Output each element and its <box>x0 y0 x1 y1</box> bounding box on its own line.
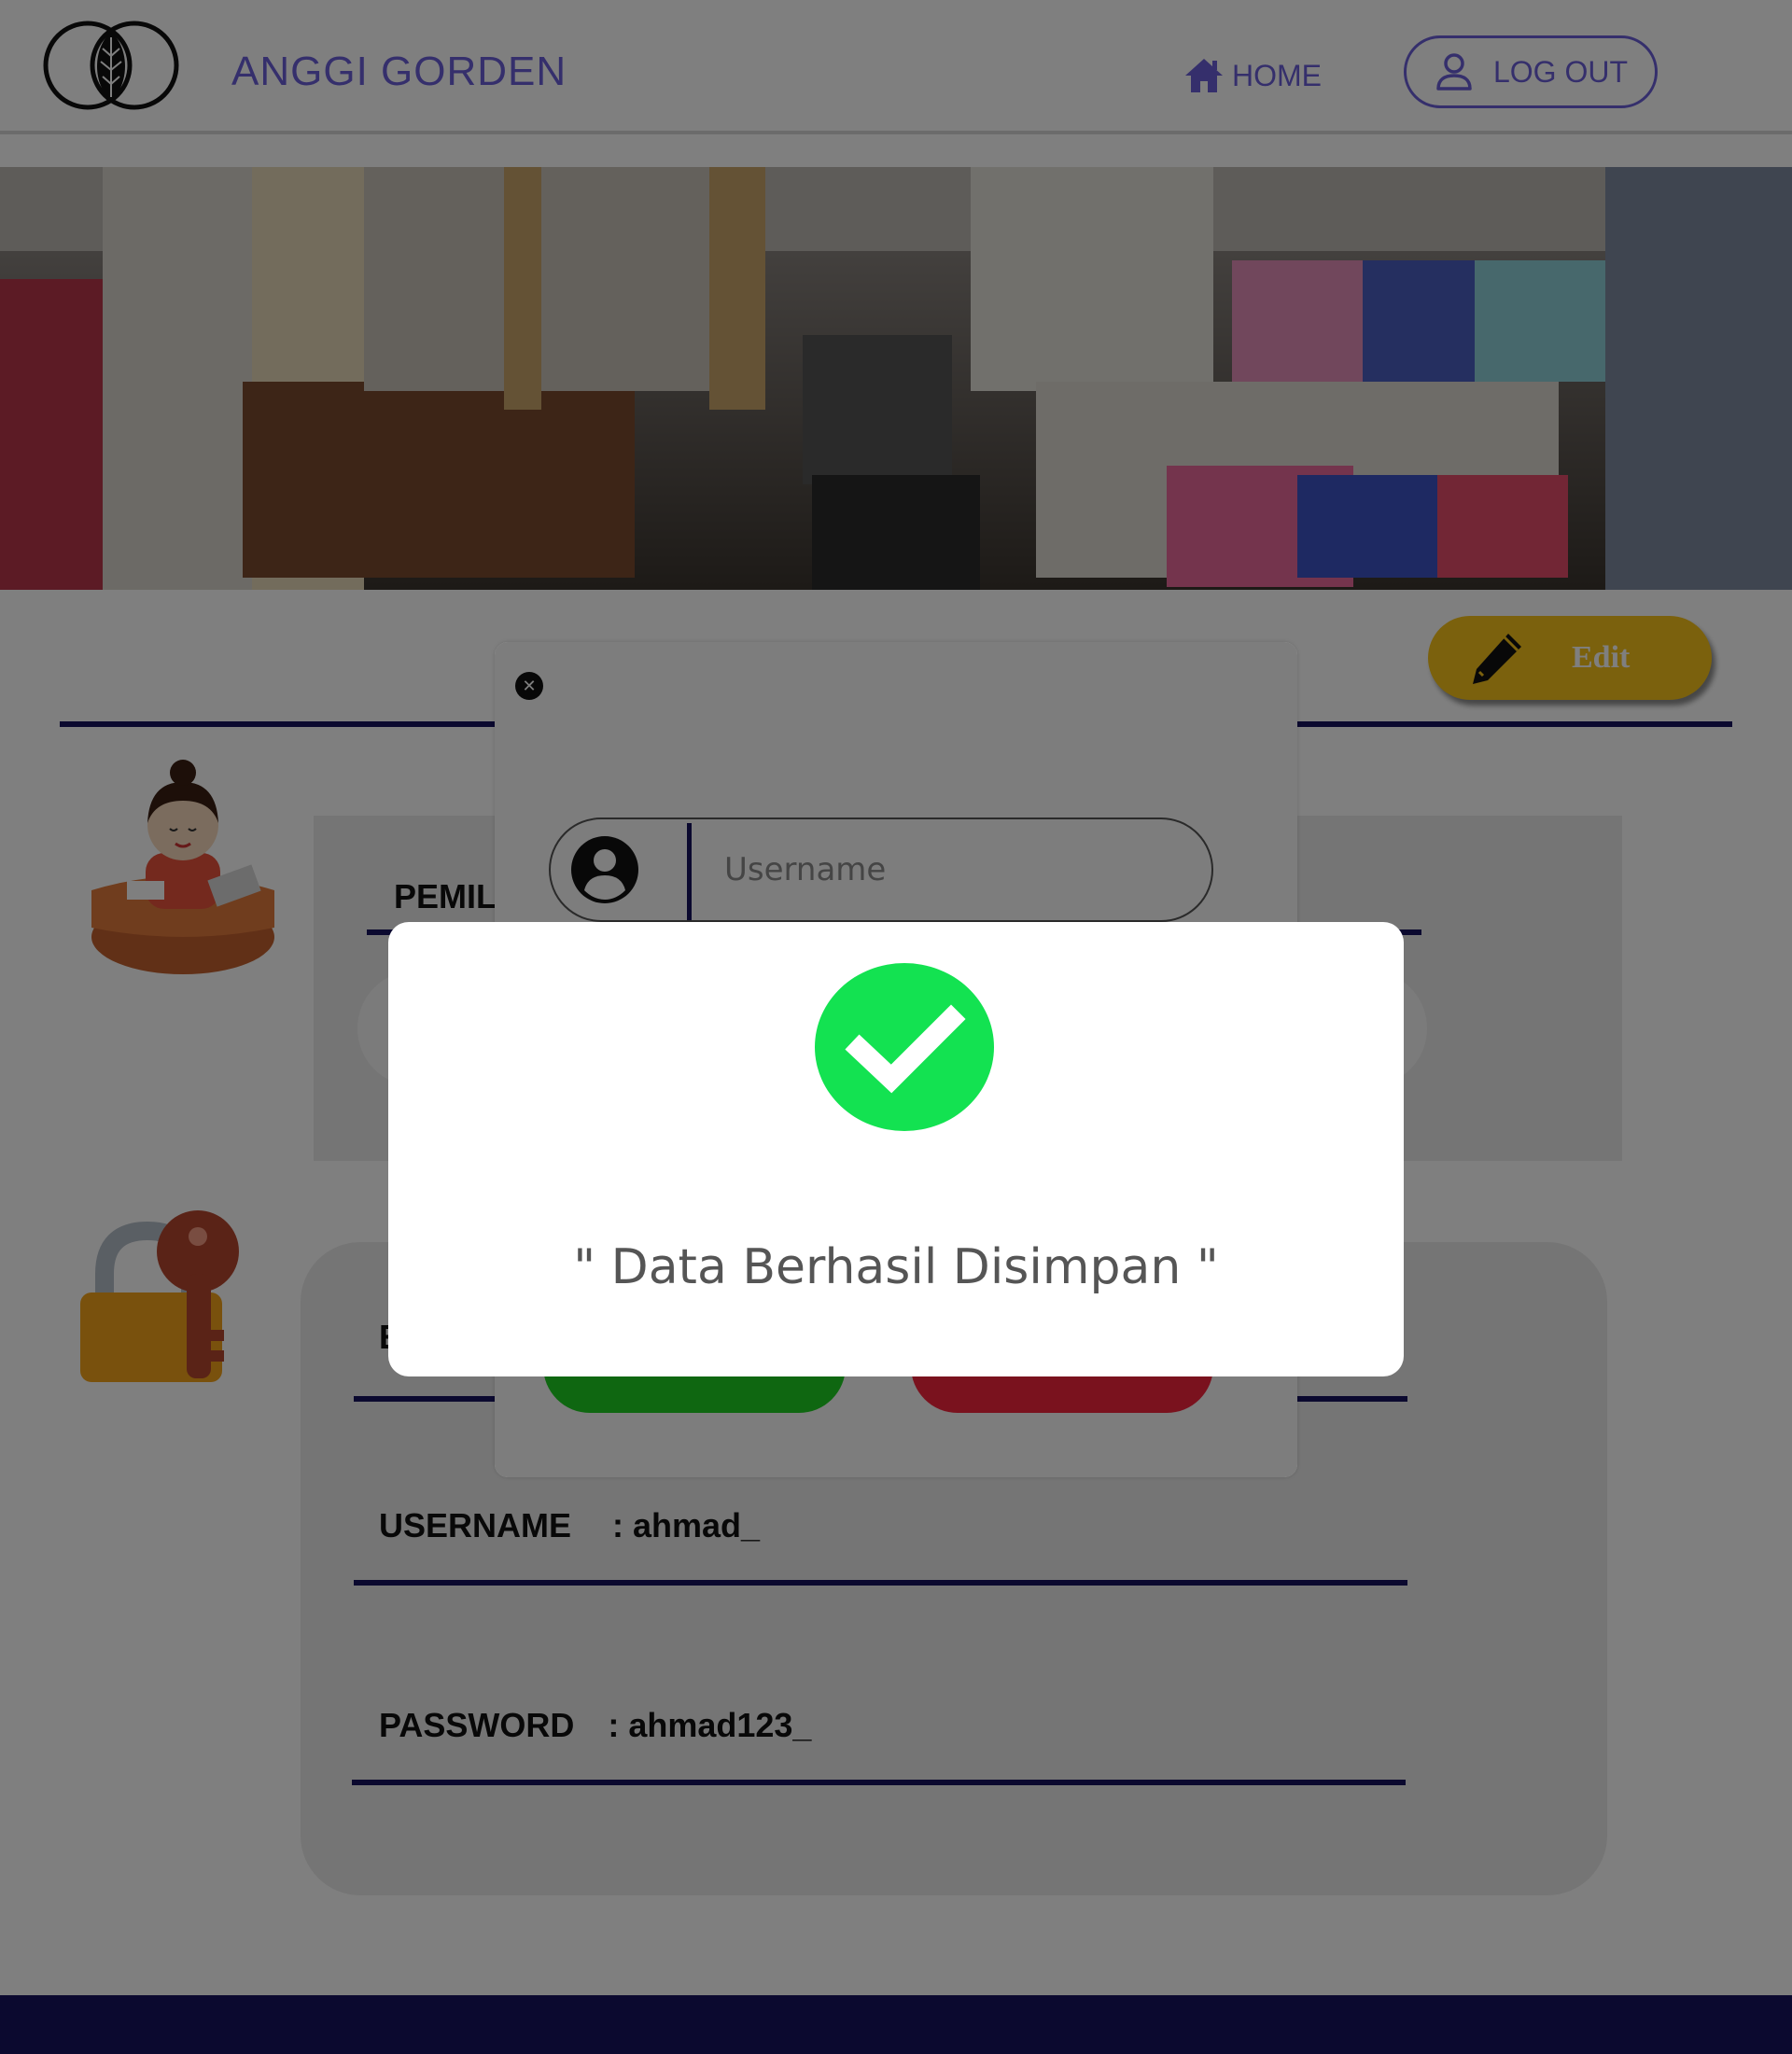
success-message: " Data Berhasil Disimpan " <box>573 1239 1219 1295</box>
success-dialog: " Data Berhasil Disimpan " <box>388 922 1404 1376</box>
check-circle-icon <box>815 963 994 1131</box>
